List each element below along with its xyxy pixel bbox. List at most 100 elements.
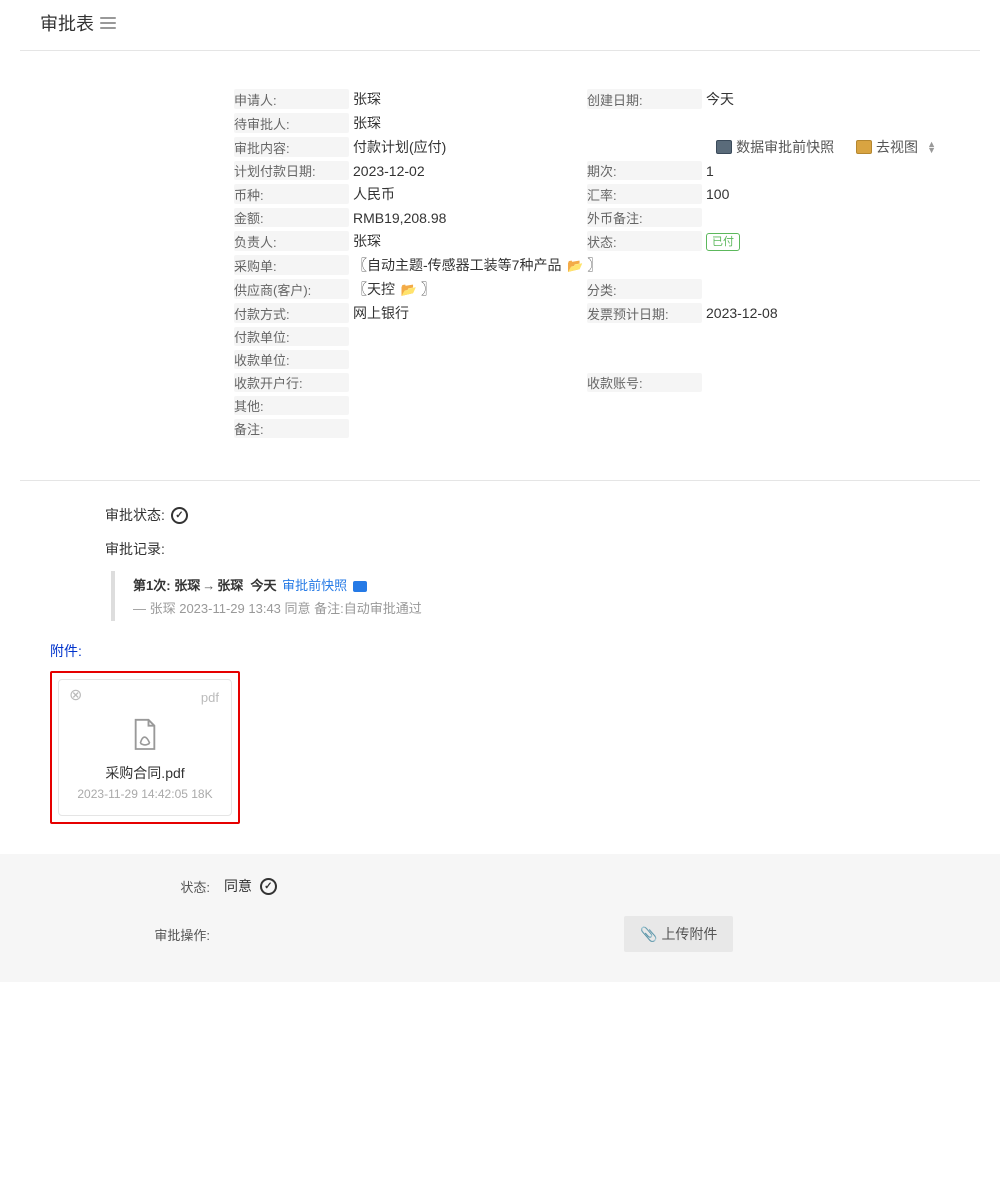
approve-record-label: 审批记录:	[105, 539, 940, 559]
recvbank-label: 收款开户行:	[234, 373, 349, 392]
menu-icon[interactable]	[100, 14, 116, 32]
payunit-value	[353, 327, 936, 346]
snapshot-link[interactable]: 数据审批前快照	[716, 137, 834, 157]
po-label: 采购单:	[234, 255, 349, 275]
row-applicant: 申请人: 张琛 创建日期: 今天	[234, 89, 936, 109]
rate-label: 汇率:	[587, 184, 702, 204]
check-circle-icon: ✓	[260, 878, 277, 895]
recvacct-value	[706, 373, 936, 392]
file-ext: pdf	[201, 690, 219, 705]
invoice-date-value: 2023-12-08	[706, 303, 936, 323]
remove-attachment-icon[interactable]: ⊗	[69, 688, 82, 704]
create-date-label: 创建日期:	[587, 89, 702, 109]
paymethod-label: 付款方式:	[234, 303, 349, 323]
row-currency: 币种: 人民币 汇率: 100	[234, 184, 936, 204]
period-value: 1	[706, 161, 936, 180]
upload-attachment-button[interactable]: 📎 上传附件	[624, 916, 733, 952]
other-label: 其他:	[234, 396, 349, 415]
paperclip-icon: 📎	[640, 926, 657, 943]
footer-status-row: 状态: 同意 ✓	[150, 876, 940, 896]
recvbank-value	[353, 373, 583, 392]
row-remark: 备注:	[234, 419, 936, 438]
file-meta: 2023-11-29 14:42:05 18K	[69, 787, 221, 801]
supplier-label: 供应商(客户):	[234, 279, 349, 299]
row-other: 其他:	[234, 396, 936, 415]
row-content: 审批内容: 付款计划(应付) 数据审批前快照 去视图 ▲▼	[234, 137, 936, 157]
supplier-value[interactable]: 〖天控 📂 〗	[353, 279, 583, 299]
approve-status-label: 审批状态:	[105, 505, 165, 525]
attachment-label: 附件:	[50, 641, 940, 661]
arrow-right-icon: →	[202, 578, 215, 593]
record-subline: — 张琛 2023-11-29 13:43 同意 备注:自动审批通过	[133, 598, 940, 617]
status-label: 状态:	[587, 231, 702, 251]
currency-label: 币种:	[234, 184, 349, 204]
attachment-highlight: ⊗ pdf 采购合同.pdf 2023-11-29 14:42:05 18K	[50, 671, 240, 824]
record-snapshot-link[interactable]: 审批前快照	[282, 578, 367, 593]
amount-label: 金额:	[234, 208, 349, 227]
approve-status-line: 审批状态: ✓	[105, 505, 940, 525]
row-payunit: 付款单位:	[234, 327, 936, 346]
recvacct-label: 收款账号:	[587, 373, 702, 392]
approve-record-block: 第1次: 张琛→张琛 今天 审批前快照 — 张琛 2023-11-29 13:4…	[111, 571, 940, 621]
invoice-date-label: 发票预计日期:	[587, 303, 702, 323]
fcremark-label: 外币备注:	[587, 208, 702, 227]
owner-value: 张琛	[353, 231, 583, 251]
row-paymethod: 付款方式: 网上银行 发票预计日期: 2023-12-08	[234, 303, 936, 323]
attachment-card[interactable]: ⊗ pdf 采购合同.pdf 2023-11-29 14:42:05 18K	[58, 679, 232, 816]
row-pending: 待审批人: 张琛	[234, 113, 936, 133]
pending-approver-value: 张琛	[353, 113, 936, 133]
row-recvunit: 收款单位:	[234, 350, 936, 369]
sort-arrows-icon: ▲▼	[924, 141, 936, 153]
applicant-value: 张琛	[353, 89, 583, 109]
camera-icon	[353, 581, 367, 592]
po-value[interactable]: 〖自动主题-传感器工装等7种产品 📂 〗	[353, 255, 936, 275]
page-header: 审批表	[20, 0, 980, 51]
form-details: 申请人: 张琛 创建日期: 今天 待审批人: 张琛 审批内容: 付款计划(应付)…	[0, 51, 1000, 472]
content-label: 审批内容:	[234, 137, 349, 157]
approve-section: 审批状态: ✓ 审批记录: 第1次: 张琛→张琛 今天 审批前快照 — 张琛 2…	[0, 481, 1000, 641]
remark-label: 备注:	[234, 419, 349, 438]
paydate-value: 2023-12-02	[353, 161, 583, 180]
rate-value: 100	[706, 184, 936, 204]
status-value: 已付	[706, 231, 936, 251]
content-value: 付款计划(应付)	[353, 139, 446, 155]
camera-icon	[716, 140, 732, 154]
applicant-label: 申请人:	[234, 89, 349, 109]
period-label: 期次:	[587, 161, 702, 180]
paymethod-value: 网上银行	[353, 303, 583, 323]
attachment-section: 附件: ⊗ pdf 采购合同.pdf 2023-11-29 14:42:05 1…	[0, 641, 1000, 854]
footer-op-row: 审批操作: 📎 上传附件	[150, 916, 940, 952]
row-po: 采购单: 〖自动主题-传感器工装等7种产品 📂 〗	[234, 255, 936, 275]
paydate-label: 计划付款日期:	[234, 161, 349, 180]
row-paydate: 计划付款日期: 2023-12-02 期次: 1	[234, 161, 936, 180]
amount-value: RMB19,208.98	[353, 208, 583, 227]
create-date-value: 今天	[706, 89, 936, 109]
folder-open-icon	[856, 140, 872, 154]
recvunit-label: 收款单位:	[234, 350, 349, 369]
file-name: 采购合同.pdf	[69, 763, 221, 783]
record-title: 第1次: 张琛→张琛 今天 审批前快照	[133, 575, 940, 594]
check-circle-icon: ✓	[171, 507, 188, 524]
row-recvbank: 收款开户行: 收款账号:	[234, 373, 936, 392]
category-label: 分类:	[587, 279, 702, 299]
recvunit-value	[353, 350, 936, 369]
category-value	[706, 279, 936, 299]
goto-view-link[interactable]: 去视图 ▲▼	[856, 137, 936, 157]
paid-badge: 已付	[706, 233, 740, 251]
footer-status-label: 状态:	[150, 877, 210, 896]
owner-label: 负责人:	[234, 231, 349, 251]
footer-op-label: 审批操作:	[150, 925, 210, 944]
folder-icon: 📂	[567, 258, 583, 273]
row-amount: 金额: RMB19,208.98 外币备注:	[234, 208, 936, 227]
pending-approver-label: 待审批人:	[234, 113, 349, 133]
page-title: 审批表	[40, 10, 94, 36]
footer-panel: 状态: 同意 ✓ 审批操作: 📎 上传附件	[0, 854, 1000, 982]
folder-icon: 📂	[401, 282, 417, 297]
row-owner: 负责人: 张琛 状态: 已付	[234, 231, 936, 251]
payunit-label: 付款单位:	[234, 327, 349, 346]
fcremark-value	[706, 208, 936, 227]
currency-value: 人民币	[353, 184, 583, 204]
row-supplier: 供应商(客户): 〖天控 📂 〗 分类:	[234, 279, 936, 299]
other-value	[353, 396, 936, 415]
remark-value	[353, 419, 936, 438]
